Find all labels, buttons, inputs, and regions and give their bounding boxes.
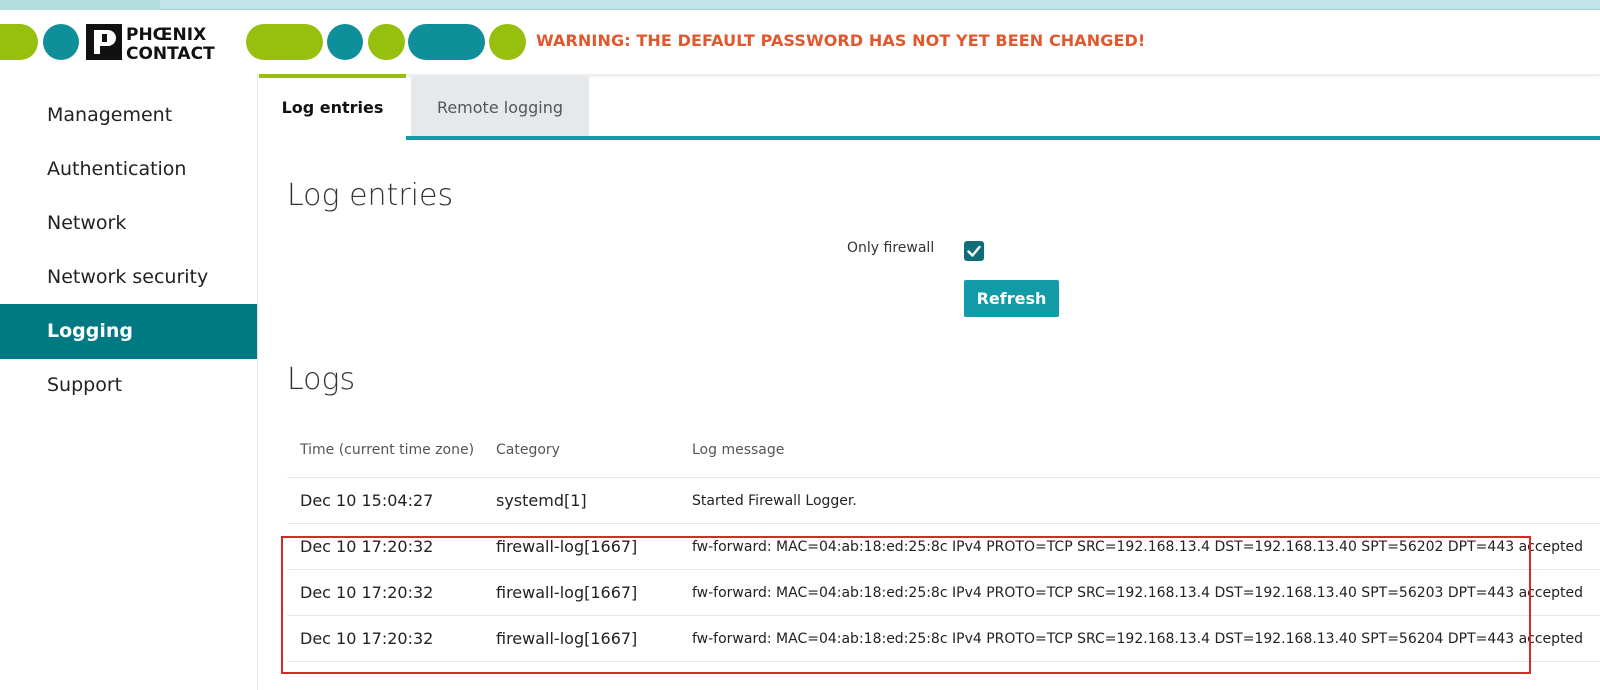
cell-category: firewall-log[1667] bbox=[496, 583, 638, 602]
table-row: Dec 10 17:20:32 firewall-log[1667] fw-fo… bbox=[287, 570, 1600, 616]
brand-pill-green bbox=[368, 24, 405, 60]
logo-line-2: CONTACT bbox=[126, 44, 215, 62]
brand-pill-green bbox=[246, 24, 323, 60]
checkmark-icon bbox=[967, 245, 981, 257]
cell-time: Dec 10 17:20:32 bbox=[300, 537, 434, 556]
cell-time: Dec 10 15:04:27 bbox=[300, 491, 434, 510]
top-strip bbox=[0, 0, 1600, 10]
tab-log-entries[interactable]: Log entries bbox=[259, 74, 406, 140]
cell-time: Dec 10 17:20:32 bbox=[300, 583, 434, 602]
only-firewall-label: Only firewall bbox=[847, 240, 935, 256]
tab-bar: Log entries Remote logging bbox=[259, 74, 1600, 140]
table-row: Dec 10 17:20:32 firewall-log[1667] fw-fo… bbox=[287, 524, 1600, 570]
logo-line-1: PHŒNIX bbox=[126, 25, 206, 45]
sidebar-item-network-security[interactable]: Network security bbox=[0, 250, 257, 305]
phoenix-contact-logo: PHŒNIX CONTACT bbox=[86, 22, 240, 64]
sidebar-item-authentication[interactable]: Authentication bbox=[0, 142, 257, 197]
cell-message: fw-forward: MAC=04:ab:18:ed:25:8c IPv4 P… bbox=[692, 631, 1584, 647]
brand-pill-teal bbox=[327, 24, 363, 60]
sidebar: Management Authentication Network Networ… bbox=[0, 74, 258, 690]
brand-pill-green bbox=[0, 24, 38, 60]
sidebar-item-support[interactable]: Support bbox=[0, 358, 257, 413]
tab-underline bbox=[406, 136, 1600, 140]
brand-pill-green bbox=[489, 24, 526, 60]
column-header-category[interactable]: Category bbox=[496, 442, 560, 458]
table-row: Dec 10 17:20:32 firewall-log[1667] fw-fo… bbox=[287, 616, 1600, 662]
cell-category: firewall-log[1667] bbox=[496, 537, 638, 556]
brand-pill-teal bbox=[408, 24, 485, 60]
main-content: Log entries Remote logging Log entries O… bbox=[259, 74, 1600, 690]
header-bar: PHŒNIX CONTACT WARNING: THE DEFAULT PASS… bbox=[0, 10, 1600, 74]
cell-category: firewall-log[1667] bbox=[496, 629, 638, 648]
refresh-button[interactable]: Refresh bbox=[964, 280, 1059, 317]
section-title-logs: Logs bbox=[287, 362, 356, 397]
cell-message: Started Firewall Logger. bbox=[692, 493, 857, 509]
column-header-log-message[interactable]: Log message bbox=[692, 442, 784, 458]
top-strip-segment bbox=[0, 0, 160, 10]
tab-remote-logging[interactable]: Remote logging bbox=[411, 76, 589, 136]
sidebar-item-management[interactable]: Management bbox=[0, 88, 257, 143]
logo-icon: PHŒNIX CONTACT bbox=[86, 24, 215, 64]
cell-message: fw-forward: MAC=04:ab:18:ed:25:8c IPv4 P… bbox=[692, 585, 1584, 601]
section-title-log-entries: Log entries bbox=[287, 178, 454, 213]
cell-time: Dec 10 17:20:32 bbox=[300, 629, 434, 648]
sidebar-item-logging[interactable]: Logging bbox=[0, 304, 257, 359]
column-header-time[interactable]: Time (current time zone) bbox=[300, 442, 474, 458]
only-firewall-checkbox[interactable] bbox=[964, 241, 984, 261]
sidebar-item-network[interactable]: Network bbox=[0, 196, 257, 251]
cell-message: fw-forward: MAC=04:ab:18:ed:25:8c IPv4 P… bbox=[692, 539, 1584, 555]
table-row: Dec 10 15:04:27 systemd[1] Started Firew… bbox=[287, 478, 1600, 524]
brand-pill-teal bbox=[43, 24, 79, 60]
table-header-row: Time (current time zone) Category Log me… bbox=[287, 428, 1600, 478]
cell-category: systemd[1] bbox=[496, 491, 587, 510]
password-warning: WARNING: THE DEFAULT PASSWORD HAS NOT YE… bbox=[536, 31, 1146, 50]
